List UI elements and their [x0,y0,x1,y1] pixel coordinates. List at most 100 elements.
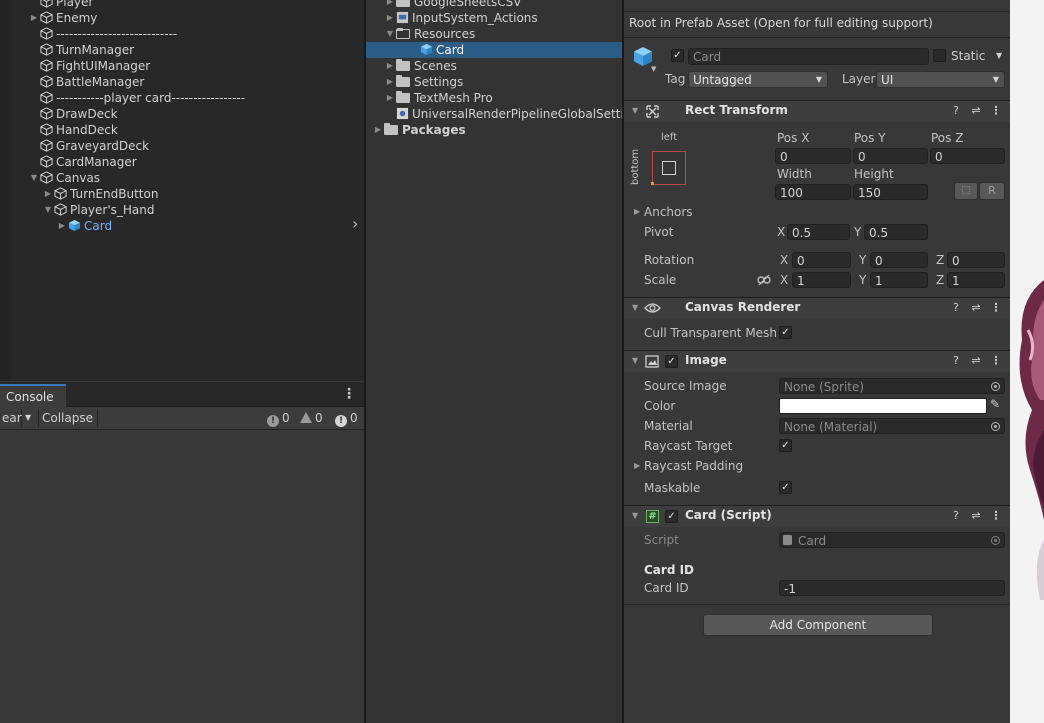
collapsed-chevron-right-icon[interactable]: ▶ [384,90,396,106]
more-options-icon[interactable]: ⋮ [342,386,356,402]
fold-chevron-down-icon[interactable]: ▼ [632,106,638,115]
error-count-toggle[interactable]: ! 0 [335,409,358,427]
more-options-icon[interactable]: ⋮ [990,301,1002,315]
scale-z-input[interactable]: 1 [947,272,1005,288]
log-count-toggle[interactable]: ! 0 [267,409,290,427]
blueprint-mode-button[interactable]: ⬚ [954,182,978,200]
static-checkbox[interactable] [933,49,946,62]
project-item[interactable]: ▶ InputSystem_Actions [384,10,538,26]
object-name-input[interactable]: Card [688,48,929,65]
image-header[interactable]: ▼ ✓ Image ? ⇌ ⋮ [624,350,1010,372]
hierarchy-item[interactable]: ▼ Player's_Hand [42,202,155,218]
hierarchy-item[interactable]: GraveyardDeck [28,138,149,154]
collapse-button[interactable]: Collapse [38,409,98,427]
pos-x-input[interactable]: 0 [775,148,851,164]
collapsed-chevron-right-icon[interactable]: ▶ [384,10,396,26]
object-picker-icon[interactable] [991,382,1000,391]
help-icon[interactable]: ? [950,104,962,118]
more-options-icon[interactable]: ⋮ [990,354,1002,368]
canvas-renderer-header[interactable]: ▼ Canvas Renderer ? ⇌ ⋮ [624,297,1010,319]
collapsed-chevron-right-icon[interactable]: ▶ [384,74,396,90]
static-dropdown-chevron-down-icon[interactable]: ▼ [996,51,1002,60]
project-item[interactable]: UniversalRenderPipelineGlobalSettings [384,106,623,122]
help-icon[interactable]: ? [950,354,962,368]
preset-sliders-icon[interactable]: ⇌ [970,354,982,368]
collapsed-chevron-right-icon[interactable]: ▶ [384,58,396,74]
help-icon[interactable]: ? [950,301,962,315]
rect-transform-header[interactable]: ▼ Rect Transform ? ⇌ ⋮ [624,100,1010,122]
pivot-x-input[interactable]: 0.5 [787,224,850,240]
height-input[interactable]: 150 [853,184,928,200]
warning-count-toggle[interactable]: 0 [300,409,323,427]
raycast-target-checkbox[interactable]: ✓ [779,439,792,452]
collapsed-chevron-right-icon[interactable]: ▶ [28,10,40,26]
hierarchy-item[interactable]: ---------------------------- [28,26,177,42]
project-item[interactable]: ▶ Scenes [384,58,457,74]
project-item[interactable]: ▶ GoogleSheetsCSV [384,0,521,10]
icon-dropdown-chevron-down-icon[interactable]: ▼ [651,65,656,73]
width-input[interactable]: 100 [775,184,851,200]
project-item[interactable]: ▶ Settings [384,74,463,90]
expanded-chevron-down-icon[interactable]: ▼ [42,202,54,218]
card-script-enabled-checkbox[interactable]: ✓ [665,510,678,523]
fold-chevron-down-icon[interactable]: ▼ [632,303,638,312]
project-item[interactable]: ▶ TextMesh Pro [384,90,493,106]
hierarchy-item[interactable]: BattleManager [28,74,144,90]
fold-chevron-down-icon[interactable]: ▼ [632,511,638,520]
collapsed-chevron-right-icon[interactable]: ▶ [372,122,384,138]
hierarchy-item[interactable]: DrawDeck [28,106,118,122]
hierarchy-item[interactable]: CardManager [28,154,137,170]
object-picker-icon[interactable] [991,422,1000,431]
clear-button[interactable]: ear [0,409,22,427]
clear-options-chevron-down-icon[interactable]: ▼ [21,409,39,427]
project-item[interactable]: Card [366,42,623,58]
more-options-icon[interactable]: ⋮ [990,509,1002,523]
eyedropper-icon[interactable]: ✎ [990,397,1000,411]
rotation-x-input[interactable]: 0 [792,252,851,268]
more-options-icon[interactable]: ⋮ [990,104,1002,118]
scale-y-input[interactable]: 1 [870,272,928,288]
collapsed-chevron-right-icon[interactable]: ▶ [42,186,54,202]
project-item[interactable]: ▶ Packages [372,122,466,138]
maskable-checkbox[interactable]: ✓ [779,481,792,494]
hierarchy-item[interactable]: ▶ Enemy [28,10,97,26]
pos-z-input[interactable]: 0 [930,148,1005,164]
hierarchy-item[interactable]: HandDeck [28,122,118,138]
active-checkbox[interactable]: ✓ [671,49,684,62]
scale-x-input[interactable]: 1 [792,272,851,288]
tag-dropdown[interactable]: Untagged ▼ [688,71,828,88]
card-id-input[interactable]: -1 [779,580,1005,596]
pos-y-input[interactable]: 0 [853,148,928,164]
rotation-y-input[interactable]: 0 [870,252,928,268]
expanded-chevron-down-icon[interactable]: ▼ [28,170,40,186]
anchors-label[interactable]: Anchors [644,205,693,219]
collapsed-chevron-right-icon[interactable]: ▶ [56,218,68,234]
card-script-header[interactable]: ▼ # ✓ Card (Script) ? ⇌ ⋮ [624,505,1010,527]
hierarchy-item[interactable]: -----------player card----------------- [28,90,245,106]
tab-console[interactable]: Console [0,384,66,408]
raycast-padding-label[interactable]: Raycast Padding [644,459,743,473]
expand-chevron-icon[interactable]: › [352,214,358,233]
help-icon[interactable]: ? [950,509,962,523]
preset-sliders-icon[interactable]: ⇌ [970,104,982,118]
source-image-field[interactable]: None (Sprite) [779,378,1005,394]
preset-sliders-icon[interactable]: ⇌ [970,509,982,523]
hierarchy-item[interactable]: Player [28,0,93,10]
hierarchy-item[interactable]: ▶ Card [56,218,112,234]
hierarchy-item[interactable]: TurnManager [28,42,134,58]
hierarchy-item[interactable]: FightUIManager [28,58,150,74]
color-swatch[interactable] [779,398,987,414]
layer-dropdown[interactable]: UI ▼ [876,71,1005,88]
material-field[interactable]: None (Material) [779,418,1005,434]
anchor-presets-button[interactable] [651,151,686,185]
cull-transparent-mesh-checkbox[interactable]: ✓ [779,326,792,339]
constrain-proportions-icon[interactable] [757,274,771,286]
hierarchy-item[interactable]: ▶ TurnEndButton [42,186,159,202]
fold-chevron-down-icon[interactable]: ▼ [632,356,638,365]
hierarchy-item[interactable]: ▼ Canvas [28,170,100,186]
pivot-y-input[interactable]: 0.5 [864,224,928,240]
image-enabled-checkbox[interactable]: ✓ [665,355,678,368]
collapsed-chevron-right-icon[interactable]: ▶ [384,0,396,10]
add-component-button[interactable]: Add Component [703,614,933,636]
raw-edit-button[interactable]: R [979,182,1005,200]
